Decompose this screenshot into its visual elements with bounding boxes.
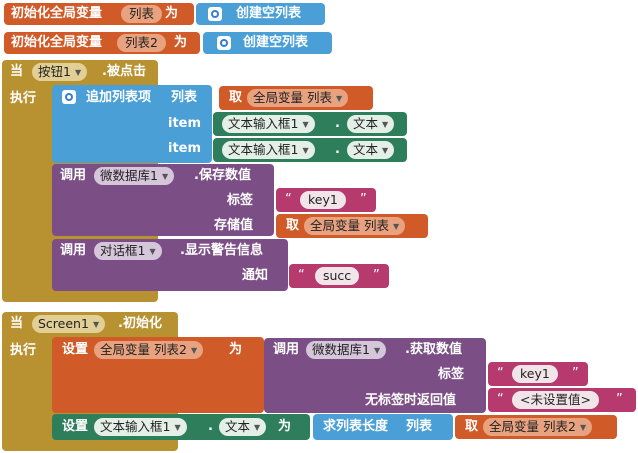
text-block-unset-value[interactable]: “ <未设置值> ” [488,388,636,412]
get-global-list-block[interactable]: 取 全局变量 列表 ▼ [219,86,373,110]
text-block-key1[interactable]: “ key1 ” [276,188,376,212]
gear-icon[interactable] [208,7,222,21]
event-when-label: 当 [10,316,24,331]
event-name-label: .初始化 [118,316,162,331]
get-global-list-block[interactable]: 取 全局变量 列表 ▼ [276,214,428,238]
global-var-dropdown[interactable]: 全局变量 列表 ▼ [304,217,406,235]
tinydb-get-value-block[interactable]: 调用 微数据库1 ▼ .获取数值 标签 无标签时返回值 [264,338,486,413]
quote-open: “ [497,392,504,407]
component-dropdown[interactable]: 文本输入框1 ▼ [222,141,315,159]
global-var-block-1[interactable]: 初始化全局变量 列表 为 [4,3,194,25]
event-do-label: 执行 [10,343,37,358]
set-global-var-block[interactable]: 设置 全局变量 列表2 ▼ 为 [52,337,264,413]
text-value-field[interactable]: key1 [512,365,558,383]
method-label: .保存数值 [194,168,251,183]
text-value-field[interactable]: key1 [300,191,346,209]
dot-label: . [335,116,340,131]
global-var-name-field[interactable]: 列表2 [117,34,166,52]
property-dropdown[interactable]: 文本 ▼ [347,115,395,133]
tag-label: 标签 [227,193,254,208]
quote-open: “ [298,268,305,283]
add-items-item-label: item [168,141,202,156]
text-value-field[interactable]: succ [315,267,360,285]
set-label: 设置 [62,419,89,434]
call-label: 调用 [60,168,87,183]
list-length-label: 求列表长度 [323,419,389,434]
add-items-to-list-block[interactable]: 追加列表项 列表 item item [52,85,212,163]
text-block-key1[interactable]: “ key1 ” [488,362,588,386]
value-to-store-label: 存储值 [214,218,254,233]
event-component-dropdown[interactable]: 按钮1 ▼ [32,63,88,81]
tag-label: 标签 [438,367,465,382]
list-length-block[interactable]: 求列表长度 列表 [313,414,453,440]
quote-close: ” [616,392,623,407]
component-dropdown[interactable]: 文本输入框1 ▼ [222,115,315,133]
property-dropdown[interactable]: 文本 ▼ [219,418,267,436]
init-to-label: 为 [174,35,188,50]
method-label: .显示警告信息 [180,243,263,258]
default-value-label: 无标签时返回值 [365,393,457,408]
component-dropdown[interactable]: 文本输入框1 ▼ [94,418,187,436]
init-global-keyword: 初始化全局变量 [11,35,103,50]
set-to-label: 为 [229,342,243,357]
set-textbox-text-block[interactable]: 设置 文本输入框1 ▼ . 文本 ▼ 为 [52,414,310,440]
add-items-item-label: item [168,116,202,131]
method-label: .获取数值 [405,342,462,357]
add-items-list-label: 列表 [171,90,198,105]
create-empty-list-block-2[interactable]: 创建空列表 [203,32,332,54]
list-label: 列表 [406,419,433,434]
add-items-label: 追加列表项 [86,90,152,105]
property-dropdown[interactable]: 文本 ▼ [347,141,395,159]
get-label: 取 [465,419,479,434]
quote-open: “ [285,192,292,207]
global-var-block-2[interactable]: 初始化全局变量 列表2 为 [4,32,200,54]
textbox-text-getter-1[interactable]: 文本输入框1 ▼ . 文本 ▼ [213,112,407,136]
global-var-dropdown[interactable]: 全局变量 列表2 ▼ [94,341,204,359]
quote-close: ” [360,192,367,207]
call-label: 调用 [273,342,300,357]
create-empty-list-block-1[interactable]: 创建空列表 [196,3,325,25]
dot-label: . [208,419,213,434]
text-block-succ[interactable]: “ succ ” [289,264,389,288]
init-to-label: 为 [165,6,179,21]
component-dropdown[interactable]: 微数据库1 ▼ [306,341,387,359]
dot-label: . [335,142,340,157]
text-value-field[interactable]: <未设置值> [512,391,599,409]
create-empty-list-label: 创建空列表 [236,6,302,21]
notice-label: 通知 [242,268,269,283]
component-dropdown[interactable]: 微数据库1 ▼ [94,167,175,185]
global-var-dropdown[interactable]: 全局变量 列表 ▼ [247,89,349,107]
tinydb-store-value-block[interactable]: 调用 微数据库1 ▼ .保存数值 标签 存储值 [52,164,274,236]
gear-icon[interactable] [217,36,231,50]
set-label: 设置 [62,342,89,357]
quote-close: ” [572,366,579,381]
event-when-label: 当 [10,64,24,79]
get-label: 取 [286,218,300,233]
get-global-list2-block[interactable]: 取 全局变量 列表2 ▼ [455,415,617,439]
quote-open: “ [497,366,504,381]
textbox-text-getter-2[interactable]: 文本输入框1 ▼ . 文本 ▼ [213,138,407,162]
global-var-dropdown[interactable]: 全局变量 列表2 ▼ [483,418,593,436]
set-to-label: 为 [278,419,292,434]
create-empty-list-label: 创建空列表 [243,35,309,50]
init-global-keyword: 初始化全局变量 [11,6,103,21]
notifier-show-alert-block[interactable]: 调用 对话框1 ▼ .显示警告信息 通知 [52,239,288,291]
get-label: 取 [229,90,243,105]
call-label: 调用 [60,243,87,258]
gear-icon[interactable] [62,90,76,104]
event-name-label: .被点击 [102,64,146,79]
quote-close: ” [373,268,380,283]
global-var-name-field[interactable]: 列表 [121,5,163,23]
component-dropdown[interactable]: 对话框1 ▼ [94,242,162,260]
event-do-label: 执行 [10,91,37,106]
event-component-dropdown[interactable]: Screen1 ▼ [32,315,106,333]
